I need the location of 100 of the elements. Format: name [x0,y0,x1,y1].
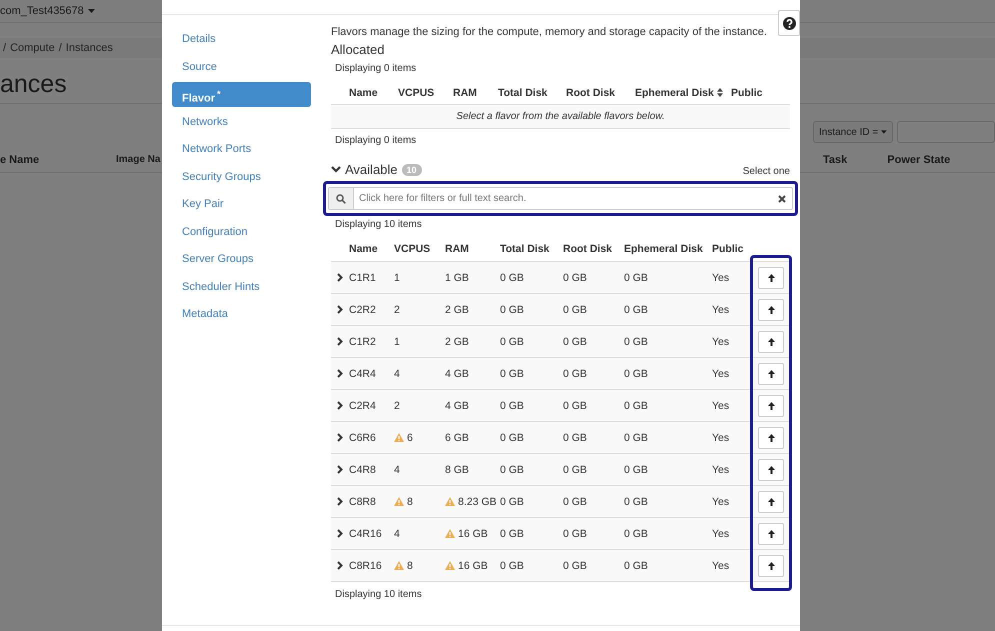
table-cell-text: 0 GB [624,496,649,508]
table-cell: 4 [394,528,400,540]
wizard-step-tab[interactable]: Server Groups [172,247,311,272]
table-cell-text: C4R8 [349,464,377,476]
table-row[interactable]: C4R4 4 4 GB 0 GB 0 GB 0 GB Yes [331,358,790,390]
column-header: Image Na [116,154,160,166]
item-count: Displaying 10 items [334,589,423,602]
table-row[interactable]: C4R8 4 8 GB 0 GB 0 GB 0 GB Yes [331,454,790,486]
table-cell: 8 [407,496,413,508]
table-cell-text: 0 GB [624,464,649,476]
column-header: Name [349,86,379,98]
table-cell-text: C2R2 [349,304,377,316]
column-header: VCPUS [394,243,432,255]
description-text: Flavors manage the sizing for the compute, memory and storage capacity of the instance. [331,26,768,39]
table-cell-text: C1R2 [349,336,377,348]
breadcrumb-separator: / [58,42,62,54]
table-cell: 16 GB [458,560,488,572]
column-header: Ephemeral Disk [624,243,704,255]
table-cell-text: 0 GB [500,432,525,444]
table-cell-text: C4R16 [349,528,383,540]
column-header: Ephemeral Disk [635,86,731,98]
column-header: e Name [0,154,40,166]
table-cell-text: Yes [712,272,730,284]
table-cell-text: 0 GB [624,272,649,284]
table-cell: 2 GB [445,304,469,316]
table-cell-text: 0 GB [500,272,525,284]
wizard-step-tab[interactable]: Flavor $^{*}$ [172,82,311,107]
table-cell-text: Yes [712,304,730,316]
table-cell-text: 0 GB [624,336,649,348]
count-badge: 10 [402,164,422,176]
table-cell-text: 0 GB [563,272,588,284]
table-row[interactable]: C6R6 6 6 GB 0 GB 0 GB 0 GB Yes [331,422,790,454]
column-header: Power State [887,154,950,166]
table-cell-text: Yes [712,496,730,508]
table-cell-text: C2R4 [349,400,377,412]
table-row[interactable]: C1R2 1 2 GB 0 GB 0 GB 0 GB Yes [331,326,790,358]
table-cell-text: 0 GB [563,368,588,380]
empty-table-message: Select a flavor from the available flavors below. [331,105,790,129]
section-title: Allocated [331,42,386,58]
table-cell-text: C8R8 [349,496,377,508]
table-row[interactable]: C2R4 2 4 GB 0 GB 0 GB 0 GB Yes [331,390,790,422]
table-row[interactable]: C8R8 8 8.23 GB 0 GB 0 GB 0 GB Yes [331,486,790,518]
table-cell-text: Yes [712,464,730,476]
breadcrumb-item[interactable]: Compute [10,42,55,54]
breadcrumb-separator: / [3,42,6,54]
table-cell-text: 0 GB [500,304,525,316]
table-cell-text: 0 GB [563,496,588,508]
wizard-step-tab[interactable]: Network Ports [172,137,311,162]
search-bar[interactable]: Click here for filters or full text search. [328,187,793,210]
column-header: Total Disk [498,86,548,98]
table-cell-text: 0 GB [563,528,588,540]
table-cell: 4 GB [445,368,469,380]
wizard-step-tab[interactable]: Networks [172,110,311,134]
breadcrumb-item[interactable]: Instances [66,42,113,54]
filter-dropdown[interactable]: Instance ID = [813,121,893,143]
table-row[interactable]: C1R1 1 1 GB 0 GB 0 GB 0 GB Yes [331,262,790,294]
table-cell-text: 0 GB [563,400,588,412]
table-cell-text: 0 GB [500,560,525,572]
item-count: Displaying 0 items [334,63,418,76]
table-cell-text: 0 GB [563,432,588,444]
table-cell-text: 0 GB [624,304,649,316]
table-cell: 2 GB [445,336,469,348]
table-cell-text: 0 GB [563,560,588,572]
table-cell-text: Yes [712,336,730,348]
search-input[interactable]: Click here for filters or full text search. [354,192,778,205]
table-cell: 8.23 GB [458,496,497,508]
table-cell: 1 [394,272,400,284]
table-cell-text: 0 GB [500,464,525,476]
table-cell: 16 GB [458,528,488,540]
wizard-step-tab[interactable]: Metadata [172,302,311,327]
wizard-step-tab[interactable]: Key Pair [172,192,311,217]
project-menu[interactable]: com_Test435678 [0,5,95,17]
table-cell-text: C4R4 [349,368,377,380]
table-cell-text: Yes [712,400,730,412]
table-cell: 2 [394,304,400,316]
table-cell: 1 [394,336,400,348]
table-cell-text: 0 GB [624,528,649,540]
table-cell-text: 0 GB [624,560,649,572]
wizard-step-tab[interactable]: Configuration [172,220,311,244]
column-header: Total Disk [500,243,550,255]
table-cell-text: C8R16 [349,560,383,572]
table-row[interactable]: C4R16 4 16 GB 0 GB 0 GB 0 GB Yes [331,518,790,550]
table-cell-text: Yes [712,560,730,572]
wizard-step-tab[interactable]: Scheduler Hints [172,274,311,300]
table-cell: 8 GB [445,464,469,476]
column-header: Public [731,86,764,98]
table-cell-text: 0 GB [500,528,525,540]
wizard-step-tab[interactable]: Security Groups [172,164,311,190]
table-cell-text: Yes [712,368,730,380]
table-cell-text: C1R1 [349,272,377,284]
table-row[interactable]: C8R16 8 16 GB 0 GB 0 GB 0 GB Yes [331,550,790,582]
table-cell-text: Yes [712,528,730,540]
table-cell-text: 0 GB [500,368,525,380]
table-row[interactable]: C2R2 2 2 GB 0 GB 0 GB 0 GB Yes [331,294,790,326]
column-header: RAM [453,86,478,98]
table-cell-text: 0 GB [624,400,649,412]
section-title: Available [345,162,398,177]
wizard-step-tab[interactable]: Details [172,27,311,52]
column-header: VCPUS [398,86,436,98]
column-header: Task [823,154,848,166]
